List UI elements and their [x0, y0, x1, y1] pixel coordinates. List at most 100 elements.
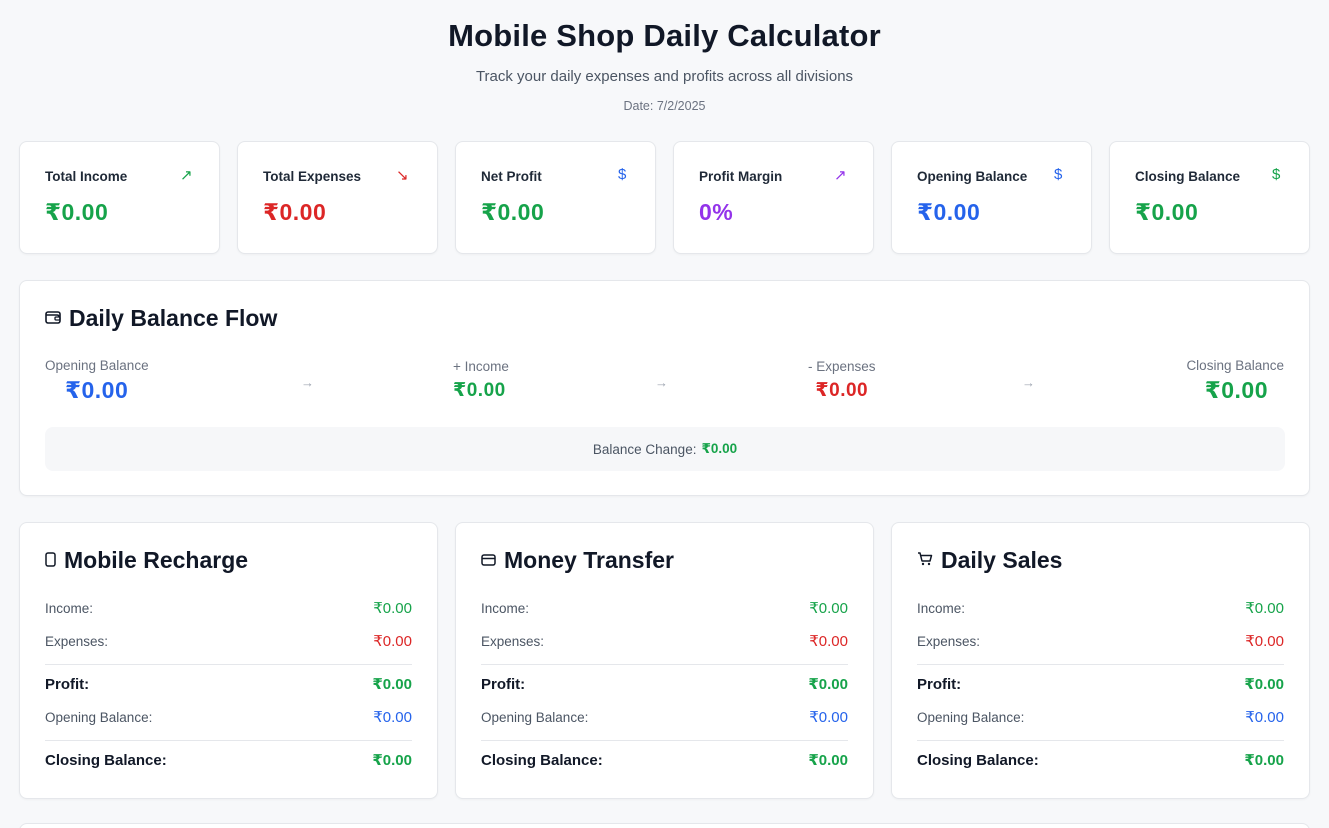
shopping-cart-icon: [917, 552, 933, 569]
stat-value: ₹0.00: [263, 199, 327, 225]
closing-label: Closing Balance:: [917, 751, 1039, 769]
flow-expenses: - Expenses ₹0.00: [808, 359, 876, 402]
flow-opening-label: Opening Balance: [45, 358, 149, 373]
money-transfer-card: Money Transfer Income: ₹0.00 Expenses: ₹…: [455, 522, 874, 799]
divider: [481, 664, 848, 665]
opening-value: ₹0.00: [373, 709, 412, 726]
opening-row: Opening Balance: ₹0.00: [481, 708, 848, 726]
expenses-value: ₹0.00: [809, 633, 848, 650]
total-income-card: Total Income ↗ ₹0.00: [19, 141, 220, 254]
profit-row: Profit: ₹0.00: [917, 675, 1284, 694]
arrow-right-icon: →: [301, 375, 314, 390]
stat-value: ₹0.00: [917, 199, 981, 225]
daily-sales-card: Daily Sales Income: ₹0.00 Expenses: ₹0.0…: [891, 522, 1310, 799]
closing-row: Closing Balance: ₹0.00: [481, 751, 848, 770]
income-row: Income: ₹0.00: [481, 599, 848, 617]
opening-label: Opening Balance:: [917, 709, 1025, 725]
section-title: Daily Sales: [917, 547, 1062, 574]
divider: [45, 664, 412, 665]
stat-value: ₹0.00: [481, 199, 545, 225]
closing-value: ₹0.00: [372, 752, 412, 769]
profit-value: ₹0.00: [1244, 676, 1284, 693]
dollar-sign-icon: $: [1272, 166, 1281, 183]
expenses-row: Expenses: ₹0.00: [917, 632, 1284, 650]
divider: [45, 740, 412, 741]
flow-income-label: + Income: [453, 359, 509, 374]
opening-label: Opening Balance:: [481, 709, 589, 725]
division-title: Mobile Recharge: [64, 547, 249, 573]
opening-balance-card: Opening Balance $ ₹0.00: [891, 141, 1092, 254]
division-title: Daily Sales: [941, 547, 1063, 573]
closing-balance-card: Closing Balance $ ₹0.00: [1109, 141, 1310, 254]
section-title: Mobile Recharge: [45, 547, 248, 574]
flow-closing: Closing Balance ₹0.00: [1186, 358, 1284, 404]
expenses-label: Expenses:: [917, 633, 981, 649]
stat-label: Total Expenses: [263, 169, 362, 184]
divider: [917, 740, 1284, 741]
arrow-right-icon: →: [1022, 375, 1035, 390]
income-label: Income:: [481, 600, 530, 616]
flow-expenses-label: - Expenses: [808, 359, 876, 374]
opening-value: ₹0.00: [1245, 709, 1284, 726]
arrow-right-icon: →: [655, 375, 668, 390]
net-profit-card: Net Profit $ ₹0.00: [455, 141, 656, 254]
section-title: Daily Balance Flow: [45, 305, 277, 332]
profit-label: Profit:: [917, 675, 962, 693]
balance-change-bar: Balance Change: ₹0.00: [45, 427, 1285, 471]
next-section-card: [19, 823, 1310, 828]
page-header: Mobile Shop Daily Calculator Track your …: [0, 0, 1329, 113]
smartphone-icon: [45, 551, 56, 570]
income-value: ₹0.00: [1245, 600, 1284, 617]
daily-balance-flow-card: Daily Balance Flow Opening Balance ₹0.00…: [19, 280, 1310, 496]
flow-income: + Income ₹0.00: [453, 359, 509, 402]
stat-label: Profit Margin: [699, 169, 783, 184]
flow-expenses-value: ₹0.00: [815, 380, 869, 401]
expenses-label: Expenses:: [45, 633, 109, 649]
income-row: Income: ₹0.00: [917, 599, 1284, 617]
stat-label: Net Profit: [481, 169, 542, 184]
stat-value: ₹0.00: [1135, 199, 1199, 225]
flow-opening-value: ₹0.00: [65, 377, 129, 403]
total-expenses-card: Total Expenses ↘ ₹0.00: [237, 141, 438, 254]
flow-closing-label: Closing Balance: [1186, 358, 1284, 373]
flow-income-value: ₹0.00: [453, 380, 506, 401]
wallet-icon: [45, 310, 61, 328]
page-subtitle: Track your daily expenses and profits ac…: [475, 68, 854, 85]
mobile-recharge-card: Mobile Recharge Income: ₹0.00 Expenses: …: [19, 522, 438, 799]
profit-row: Profit: ₹0.00: [481, 675, 848, 694]
expenses-label: Expenses:: [481, 633, 545, 649]
profit-value: ₹0.00: [808, 676, 848, 693]
profit-margin-card: Profit Margin ↗ 0%: [673, 141, 874, 254]
stat-value: ₹0.00: [45, 199, 109, 225]
stat-label: Opening Balance: [917, 169, 1028, 184]
dollar-sign-icon: $: [618, 166, 627, 183]
income-value: ₹0.00: [373, 600, 412, 617]
income-label: Income:: [917, 600, 966, 616]
opening-label: Opening Balance:: [45, 709, 153, 725]
expenses-row: Expenses: ₹0.00: [481, 632, 848, 650]
date-label: Date: 7/2/2025: [623, 99, 706, 113]
dollar-sign-icon: $: [1054, 166, 1063, 183]
trending-down-icon: ↘: [396, 167, 409, 184]
stat-value: 0%: [699, 199, 734, 225]
profit-row: Profit: ₹0.00: [45, 675, 412, 694]
credit-card-icon: [481, 553, 496, 569]
profit-label: Profit:: [481, 675, 526, 693]
trending-up-icon: ↗: [834, 167, 847, 184]
section-title: Money Transfer: [481, 547, 674, 574]
expenses-value: ₹0.00: [373, 633, 412, 650]
profit-value: ₹0.00: [372, 676, 412, 693]
flow-opening: Opening Balance ₹0.00: [45, 358, 149, 404]
trending-up-icon: ↗: [180, 167, 193, 184]
opening-row: Opening Balance: ₹0.00: [917, 708, 1284, 726]
closing-row: Closing Balance: ₹0.00: [45, 751, 412, 770]
divider: [481, 740, 848, 741]
closing-label: Closing Balance:: [45, 751, 167, 769]
expenses-row: Expenses: ₹0.00: [45, 632, 412, 650]
closing-row: Closing Balance: ₹0.00: [917, 751, 1284, 770]
stat-label: Closing Balance: [1135, 169, 1241, 184]
stat-label: Total Income: [45, 169, 128, 184]
division-title: Money Transfer: [504, 547, 674, 573]
closing-value: ₹0.00: [808, 752, 848, 769]
closing-value: ₹0.00: [1244, 752, 1284, 769]
